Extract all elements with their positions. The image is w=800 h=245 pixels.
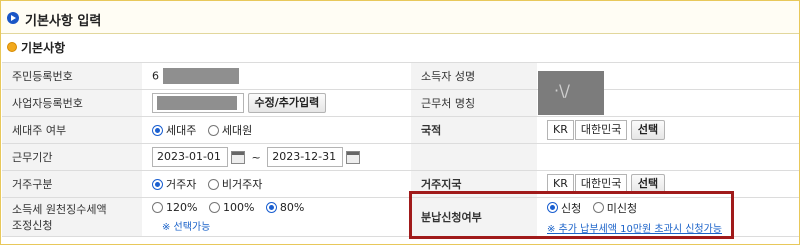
- withholding-option-100: 100%: [222, 201, 255, 215]
- arrow-circle-icon: [7, 12, 19, 24]
- householder-options: 세대주 세대원: [142, 116, 411, 144]
- nationality-label: 국적: [411, 116, 537, 144]
- residence-radio-resident[interactable]: [152, 178, 163, 190]
- withholding-label-line2: 조정신청: [12, 219, 53, 232]
- period-label: 근무기간: [2, 143, 142, 171]
- withholding-radio-80[interactable]: [265, 202, 277, 214]
- householder-label: 세대주 여부: [2, 116, 142, 144]
- edit-add-button[interactable]: 수정/추가입력: [247, 93, 327, 113]
- residence-option-resident: 거주자: [166, 178, 197, 191]
- panel-header: 기본사항 입력: [1, 1, 799, 34]
- bullet-icon: [7, 42, 17, 52]
- table-row: 세대주 여부 세대주 세대원 국적 KR 대한민국 선택: [2, 116, 799, 144]
- ssn-masked: [162, 68, 239, 84]
- withholding-radio-120[interactable]: [152, 202, 163, 214]
- residence-label: 거주구분: [2, 170, 142, 198]
- calendar-icon[interactable]: [346, 150, 361, 164]
- withholding-options: 120% 100% 80% ※ 선택가능: [142, 197, 411, 237]
- withholding-label-line1: 소득세 원천징수세액: [12, 203, 107, 216]
- withholding-radio-100[interactable]: [208, 202, 220, 214]
- residence-radio-nonresident[interactable]: [207, 178, 219, 190]
- householder-option-head: 세대주: [166, 124, 197, 137]
- withholding-note: ※ 선택가능: [162, 222, 211, 234]
- withholding-label: 소득세 원천징수세액 조정신청: [2, 197, 142, 237]
- ssn-label: 주민등록번호: [2, 62, 142, 90]
- start-date-input[interactable]: 2023-01-01: [152, 147, 228, 167]
- nationality-select-button[interactable]: 선택: [630, 120, 666, 140]
- nationality-code: KR: [547, 120, 574, 140]
- table-row: 사업자등록번호 수정/추가입력 근무처 명칭: [2, 89, 799, 117]
- table-row: 주민등록번호 6 소득자 성명: [2, 62, 799, 90]
- residence-options: 거주자 비거주자: [142, 170, 411, 198]
- basic-info-panel: 기본사항 입력 기본사항 주민등록번호 6 소득자 성명 사업자등록번호 수정/…: [0, 0, 800, 245]
- period-separator: ~: [251, 150, 261, 164]
- section-title: 기본사항: [21, 41, 66, 55]
- panel-title: 기본사항 입력: [25, 14, 102, 29]
- workplace-label: 근무처 명칭: [411, 89, 537, 117]
- bizno-input[interactable]: [152, 93, 244, 113]
- ssn-value: 6: [142, 62, 411, 90]
- householder-radio-head[interactable]: [152, 124, 163, 136]
- earner-name-label: 소득자 성명: [411, 62, 537, 90]
- table-row: 근무기간 2023-01-01 ~ 2023-12-31: [2, 143, 799, 171]
- end-date-input[interactable]: 2023-12-31: [267, 147, 344, 167]
- bizno-value: 수정/추가입력: [142, 89, 411, 117]
- householder-radio-member[interactable]: [207, 124, 219, 136]
- period-value: 2023-01-01 ~ 2023-12-31: [142, 143, 411, 171]
- installment-highlight-box: [409, 191, 734, 239]
- withholding-option-80: 80%: [279, 201, 305, 215]
- empty-cell: [411, 143, 537, 171]
- residence-option-nonresident: 비거주자: [221, 178, 263, 191]
- nationality-name: 대한민국: [574, 120, 628, 140]
- nationality-value: KR 대한민국 선택: [537, 116, 799, 144]
- householder-option-member: 세대원: [221, 124, 253, 137]
- calendar-icon[interactable]: [231, 150, 245, 164]
- bizno-label: 사업자등록번호: [2, 89, 142, 117]
- earner-name-masked: [538, 71, 604, 115]
- ssn-prefix: 6: [152, 69, 159, 83]
- empty-cell: [537, 143, 799, 171]
- withholding-option-120: 120%: [166, 201, 198, 215]
